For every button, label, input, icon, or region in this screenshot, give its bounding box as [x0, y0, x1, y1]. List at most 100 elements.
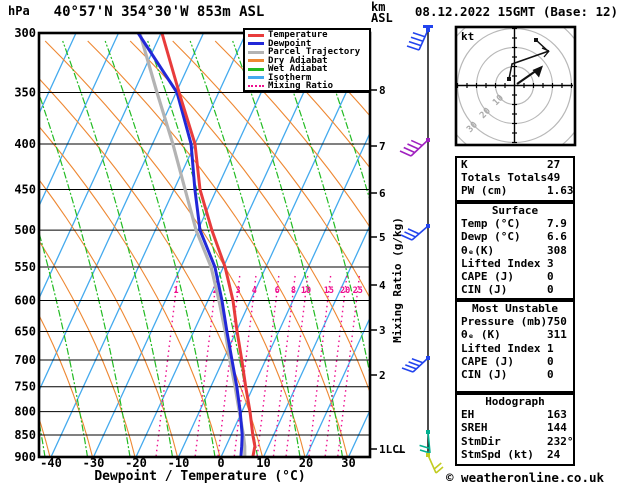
km-tick-label: 4 [379, 279, 386, 292]
row-label: EH [461, 408, 475, 422]
copyright: © weatheronline.co.uk [446, 470, 605, 485]
row-label: Totals Totals [461, 171, 548, 185]
row-label: θₑ (K) [461, 328, 501, 342]
legend-swatch-dry-adiabat [248, 59, 264, 63]
table-row: Pressure (mb) 750 [457, 315, 573, 328]
temp-tick-label: -10 [168, 456, 190, 470]
row-value: 144 [547, 421, 567, 435]
row-value: 163 [547, 408, 567, 422]
page-title: 40°57'N 354°30'W 853m ASL [53, 4, 265, 20]
table-row: CAPE (J) 0 [457, 355, 573, 368]
km-tick-label: 2 [379, 369, 386, 382]
row-value: 0 [547, 367, 554, 381]
table-indices: K 27 Totals Totals 49 PW (cm) 1.63 [455, 156, 575, 202]
temp-tick-label: -40 [40, 456, 62, 470]
temp-tick-label: 20 [299, 456, 313, 470]
table-row: StmDir 232° [457, 434, 574, 448]
asl-label: ASL [371, 11, 393, 25]
table-row: StmSpd (kt) 24 [457, 448, 573, 461]
pressure-tick-label: 800 [14, 405, 36, 419]
km-tick-label: 6 [379, 187, 386, 200]
km-tick-label: 1LCL [379, 443, 406, 456]
km-tick-label: 8 [379, 84, 386, 97]
legend-label: Mixing Ratio [268, 81, 334, 92]
pressure-tick-label: 750 [14, 380, 36, 394]
sounding-curves [136, 33, 257, 457]
row-label: CAPE (J) [461, 354, 514, 368]
row-label: StmDir [461, 434, 501, 448]
mixing-ratio-value: 25 [353, 286, 363, 296]
temp-tick-label: 10 [256, 456, 270, 470]
temp-tick-label: 0 [217, 456, 224, 470]
table-row: K 27 [457, 158, 573, 171]
pressure-unit-label: hPa [8, 4, 30, 18]
pressure-tick-label: 400 [14, 137, 36, 151]
legend-swatch-temperature [248, 33, 264, 37]
wind-barb-900 [426, 453, 444, 474]
row-value: 0 [547, 283, 554, 297]
row-label: Lifted Index [461, 341, 541, 355]
row-value: 27 [547, 158, 561, 171]
pressure-tick-label: 900 [14, 450, 36, 464]
wind-barb-400 [399, 138, 430, 157]
pressure-tick-label: 600 [14, 294, 36, 308]
table-row: CIN (J) 0 [457, 368, 573, 381]
row-value: 311 [547, 328, 567, 342]
pressure-tick-label: 700 [14, 353, 36, 367]
mixing-ratio-value: 10 [301, 286, 311, 296]
row-label: θₑ(K) [461, 243, 495, 257]
mixing-ratio-value: 20 [340, 286, 350, 296]
legend-item: Mixing Ratio [248, 82, 369, 91]
table-surface: Surface Temp (°C) 7.9 Dewp (°C) 6.6 θₑ(K) 308 L… [455, 202, 575, 300]
row-value: 308 [547, 243, 567, 257]
km-tick-label: 7 [379, 140, 386, 153]
mixing-ratio-value: 6 [275, 286, 280, 296]
hodograph-unit-label: kt [461, 30, 474, 43]
legend-swatch-dewpoint [248, 42, 264, 46]
table-row: θₑ(K) 308 [457, 244, 573, 257]
mixing-ratio-value: 15 [324, 286, 334, 296]
row-value: 6.6 [547, 230, 567, 244]
wind-barb-700 [401, 356, 430, 373]
row-value: 232° [547, 434, 574, 448]
pressure-tick-label: 300 [14, 26, 36, 40]
wind-barb-500 [400, 224, 430, 241]
row-value: 1 [547, 341, 554, 355]
table-row: Temp (°C) 7.9 [457, 217, 573, 230]
row-label: CIN (J) [461, 367, 508, 381]
row-value: 750 [547, 315, 567, 329]
legend: Temperature Dewpoint Parcel Trajectory Dry … [243, 28, 371, 92]
row-label: Lifted Index [461, 256, 541, 270]
table-row: CIN (J) 0 [457, 283, 573, 296]
table-row: EH 163 [457, 408, 573, 421]
pressure-tick-label: 450 [14, 183, 36, 197]
pressure-tick-label: 350 [14, 86, 36, 100]
pressure-tick-label: 650 [14, 324, 36, 338]
row-label: SREH [461, 421, 488, 435]
mixing-ratio-value: 1 [173, 286, 178, 296]
mixing-ratio-value: 8 [291, 286, 296, 296]
skewt-page: 1 2 3 4 6 8 10 15 20 25 300 350 400 450 500 550 600 650 70… [0, 0, 629, 486]
x-axis-title: Dewpoint / Temperature (°C) [94, 469, 306, 484]
row-label: StmSpd (kt) [461, 447, 534, 461]
row-value: 7.9 [547, 217, 567, 231]
table-row: Dewp (°C) 6.6 [457, 230, 573, 243]
row-value: 0 [547, 354, 554, 368]
table-row: Lifted Index 3 [457, 257, 573, 270]
row-value: 24 [547, 447, 561, 461]
table-most-unstable: Most Unstable Pressure (mb) 750 θₑ (K) 311 Li… [455, 300, 575, 393]
legend-swatch-wet-adiabat [248, 67, 264, 71]
km-tick-label: 5 [379, 231, 386, 244]
table-hodograph: Hodograph EH 163 SREH 144 StmDir 232° StmSpd (k… [455, 393, 575, 466]
table-row: CAPE (J) 0 [457, 270, 573, 283]
table-row: Totals Totals 49 [457, 171, 573, 184]
mixing-ratio-value: 4 [252, 286, 257, 296]
row-label: K [461, 158, 468, 171]
row-value: 1.63 [547, 184, 574, 198]
mixing-ratio-value: 3 [235, 286, 240, 296]
legend-swatch-parcel-trajectory [248, 50, 264, 54]
row-value: 0 [547, 269, 554, 283]
legend-swatch-mixing-ratio [248, 85, 264, 88]
table-row: PW (cm) 1.63 [457, 184, 574, 198]
temp-tick-label: -20 [125, 456, 147, 470]
